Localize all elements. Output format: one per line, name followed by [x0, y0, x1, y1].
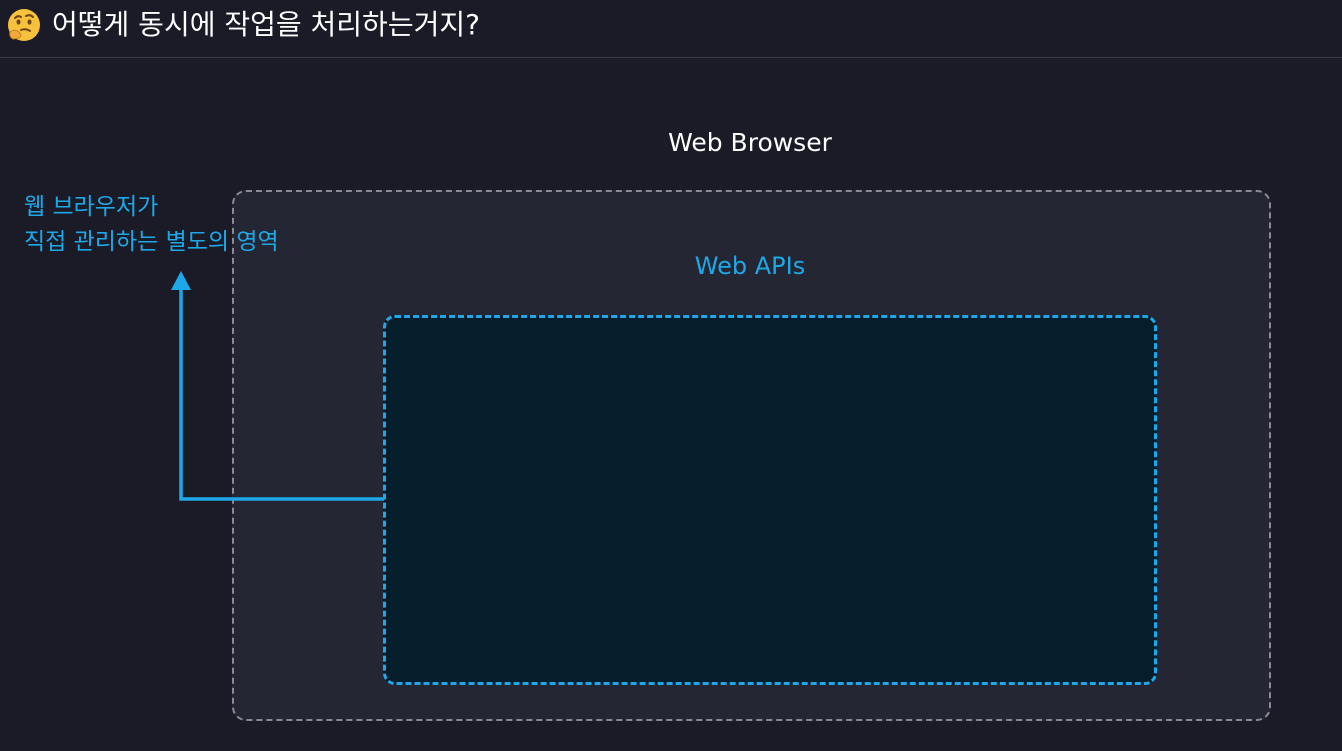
arrow-head-icon: [171, 271, 191, 290]
web-apis-box: [383, 315, 1157, 685]
web-browser-label: Web Browser: [668, 128, 832, 157]
header-bar: 어떻게 동시에 작업을 처리하는거지?: [0, 0, 1342, 58]
page-title: 어떻게 동시에 작업을 처리하는거지?: [52, 8, 480, 41]
annotation-note: 웹 브라우저가 직접 관리하는 별도의 영역: [24, 190, 279, 260]
thinking-face-icon: [8, 9, 40, 41]
web-apis-label: Web APIs: [694, 252, 806, 280]
annotation-line-2: 직접 관리하는 별도의 영역: [24, 229, 279, 255]
annotation-line-1: 웹 브라우저가: [24, 194, 159, 220]
